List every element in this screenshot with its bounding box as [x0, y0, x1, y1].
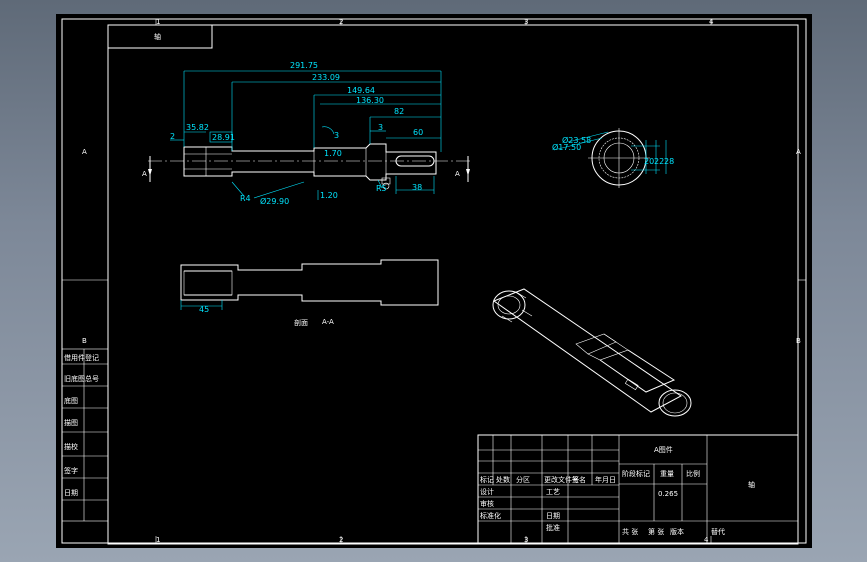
cad-viewport[interactable]: 1 2 3 4 1 2 3 4 A B A B 轴 借用件登记 旧底图总号 底图… — [56, 14, 812, 548]
rev-header-1: 处数 — [496, 475, 510, 484]
inner-frame — [107, 24, 799, 545]
zone-number-bottom-1: 1 — [156, 536, 160, 544]
title-sheet-no: 第 张 — [648, 527, 664, 536]
title-version: 版本 — [670, 527, 684, 536]
zone-letter-left-b: B — [82, 337, 87, 345]
dim-28: 28.91 — [212, 133, 235, 142]
dim-170: 1.70 — [324, 149, 342, 158]
end-dim-dia-left: Ø17.50 — [552, 142, 581, 152]
end-dim-20: 20 — [644, 157, 654, 166]
title-weight-value: 0.265 — [658, 490, 678, 498]
zone-number-top-2: 2 — [339, 18, 343, 26]
title-block: A图件 轴 阶段标记 重量 比例 0.265 共 张 第 张 版本 替代 标记 … — [477, 434, 799, 544]
section-dim-45: 45 — [199, 305, 209, 314]
title-org: A图件 — [654, 445, 673, 454]
left-label-3: 描图 — [64, 418, 78, 427]
rev-header-0: 标记 — [480, 475, 494, 484]
dim-233: 233.09 — [312, 73, 340, 82]
outer-frame — [61, 18, 807, 544]
shaft-isometric-view — [492, 288, 692, 417]
title-weight-label: 重量 — [660, 470, 674, 478]
dim-136: 136.30 — [356, 96, 384, 105]
dim-dia-29: Ø29.90 — [260, 196, 289, 206]
drawing-canvas: 1 2 3 4 1 2 3 4 A B A B 轴 借用件登记 旧底图总号 底图… — [61, 18, 807, 545]
title-part-name: 轴 — [748, 480, 755, 489]
left-label-4: 描校 — [64, 442, 78, 451]
zone-letter-right-a: A — [796, 148, 801, 156]
title-stage-label: 阶段标记 — [622, 469, 650, 478]
title-replace: 替代 — [711, 527, 725, 536]
dim-82: 82 — [394, 107, 404, 116]
dim-r5: R5 — [376, 184, 387, 193]
shaft-main-view — [148, 143, 472, 190]
sign-row-3: 工艺 — [546, 488, 560, 496]
title-sheet-total: 共 张 — [622, 527, 638, 536]
sign-row-5: 批准 — [546, 523, 560, 532]
dim-149: 149.64 — [347, 86, 375, 95]
shaft-end-view: 22 28 20 Ø23.58 Ø17.50 — [552, 128, 674, 188]
sign-row-2: 标准化 — [480, 511, 501, 520]
rev-header-4: 签名 — [572, 475, 586, 484]
zone-letter-right-b: B — [796, 337, 801, 345]
zone-number-top-4: 4 — [709, 18, 714, 26]
dim-3: 3 — [378, 123, 383, 132]
left-label-2: 底图 — [64, 396, 78, 405]
dim-r8-angle: 3 — [334, 131, 339, 140]
dim-38: 38 — [412, 183, 422, 192]
zone-letter-left-a: A — [82, 148, 87, 156]
end-dim-28: 28 — [664, 157, 674, 166]
shaft-section-view: 45 剖面 A-A — [180, 259, 439, 327]
title-scale-label: 比例 — [686, 469, 700, 478]
dim-35: 35.82 — [186, 123, 209, 132]
rev-header-5: 年月日 — [595, 475, 616, 484]
zone-number-bottom-2: 2 — [339, 536, 343, 544]
left-label-1: 旧底图总号 — [64, 374, 99, 383]
sign-row-4: 日期 — [546, 512, 560, 520]
dim-60: 60 — [413, 128, 423, 137]
section-label: A-A — [322, 318, 334, 326]
left-label-0: 借用件登记 — [64, 353, 99, 362]
corner-code-text: 轴 — [154, 32, 161, 41]
section-letter-right: A — [455, 170, 460, 178]
left-label-6: 日期 — [64, 489, 78, 497]
section-title: 剖面 — [294, 318, 308, 327]
sign-row-0: 设计 — [480, 487, 494, 496]
dimension-lines: 291.75 233.09 149.64 136.30 82 60 3 2 35… — [170, 61, 442, 206]
rev-header-2: 分区 — [516, 475, 530, 484]
section-letter-left: A — [142, 170, 147, 178]
end-dim-22: 22 — [654, 157, 664, 166]
zone-number-top-3: 3 — [524, 18, 528, 26]
dim-2: 2 — [170, 132, 175, 141]
dim-120: 1.20 — [320, 191, 338, 200]
sign-row-1: 审核 — [480, 499, 494, 508]
left-label-5: 签字 — [64, 466, 78, 475]
dim-291: 291.75 — [290, 61, 318, 70]
dim-r4: R4 — [240, 194, 251, 203]
